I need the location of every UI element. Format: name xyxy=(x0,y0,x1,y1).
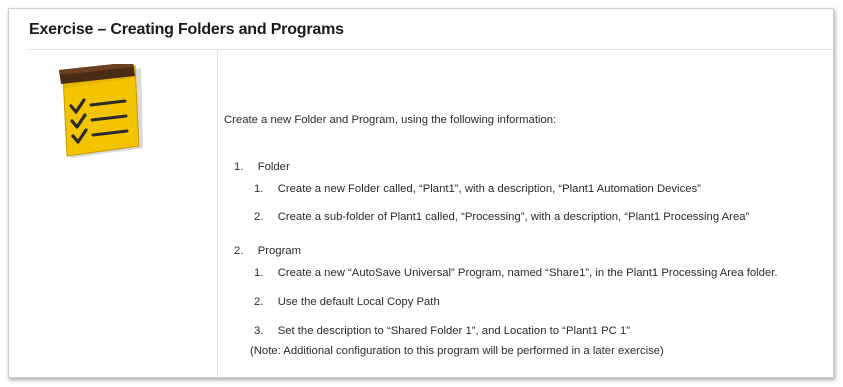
section-number: 2. xyxy=(234,245,244,257)
section-label: Program xyxy=(257,245,302,257)
section-number: 1. xyxy=(234,161,244,173)
page-title: Exercise – Creating Folders and Programs xyxy=(29,21,344,38)
list-item: 3. Set the description to “Shared Folder… xyxy=(254,325,630,337)
list-item: 2. Use the default Local Copy Path xyxy=(254,296,440,308)
list-item: 1. Create a new “AutoSave Universal” Pro… xyxy=(254,267,778,279)
note-text: (Note: Additional configuration to this … xyxy=(250,345,664,357)
section-label: Folder xyxy=(257,161,290,173)
icon-column xyxy=(29,50,218,377)
checklist-notepad-icon xyxy=(59,64,143,158)
intro-text: Create a new Folder and Program, using t… xyxy=(224,114,557,126)
section-folder: 1. Folder xyxy=(234,161,290,173)
list-item: 1. Create a new Folder called, “Plant1”,… xyxy=(254,183,701,195)
section-program: 2. Program xyxy=(234,245,301,257)
exercise-panel: Exercise – Creating Folders and Programs… xyxy=(8,8,834,378)
list-item: 2. Create a sub-folder of Plant1 called,… xyxy=(254,211,750,223)
